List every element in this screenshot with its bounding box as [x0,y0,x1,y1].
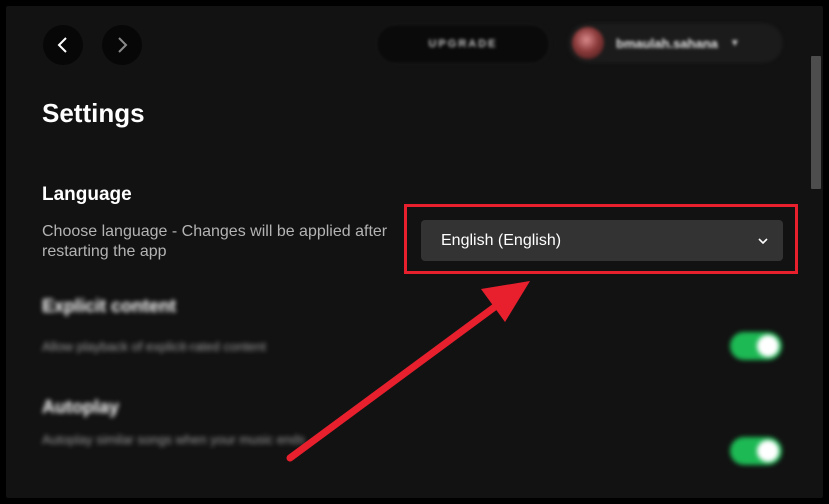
language-section-title: Language [42,184,132,205]
toggle-knob [757,335,779,357]
annotation-arrow-head [481,281,530,322]
explicit-content-title: Explicit content [42,296,177,316]
user-menu-button[interactable]: bmaulah.sahana ▼ [568,23,783,63]
toggle-knob [757,440,779,462]
back-button[interactable] [43,25,83,65]
language-description: Choose language - Changes will be applie… [42,223,388,260]
chevron-down-icon: ▼ [729,37,740,49]
annotation-highlight-box [404,204,798,274]
user-name: bmaulah.sahana [616,35,718,51]
autoplay-toggle[interactable] [730,437,782,465]
chevron-left-icon [57,37,67,53]
autoplay-description: Autoplay similar songs when your music e… [42,432,306,447]
chevron-right-icon [118,37,128,53]
upgrade-button[interactable]: UPGRADE [376,24,550,64]
explicit-content-description: Allow playback of explicit-rated content [42,339,267,354]
explicit-content-toggle[interactable] [730,332,782,360]
page-title: Settings [42,98,145,128]
scrollbar-thumb[interactable] [811,56,821,189]
avatar [572,27,604,59]
settings-window: UPGRADE bmaulah.sahana ▼ Settings Langua… [6,6,823,498]
forward-button[interactable] [102,25,142,65]
autoplay-title: Autoplay [42,397,120,417]
